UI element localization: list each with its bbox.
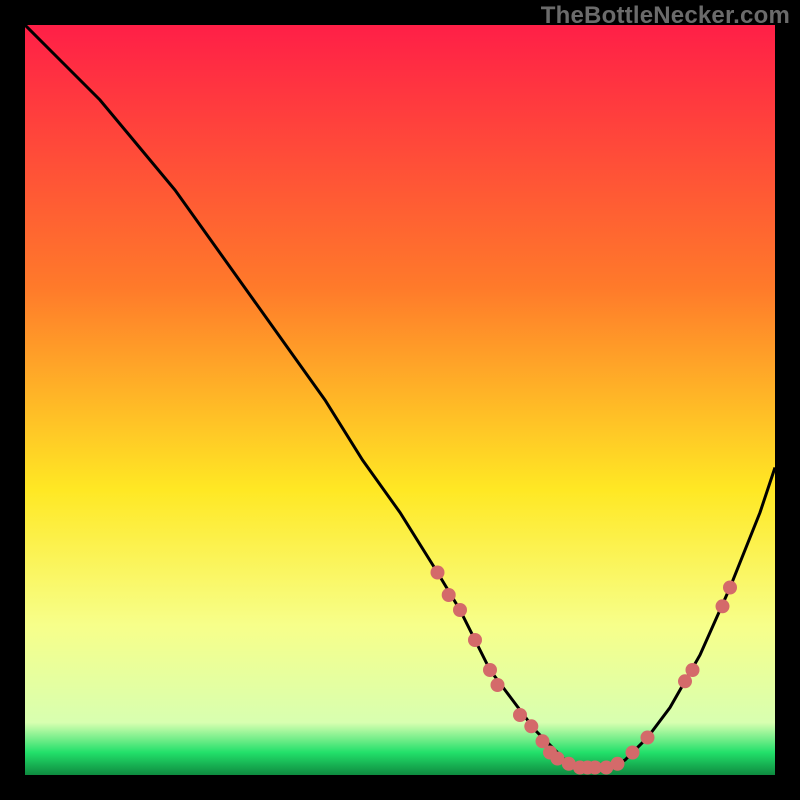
data-marker [483,663,497,677]
chart-svg [25,25,775,775]
data-marker [716,599,730,613]
data-marker [524,719,538,733]
data-marker [513,708,527,722]
data-marker [723,581,737,595]
data-marker [491,678,505,692]
data-marker [686,663,700,677]
data-marker [442,588,456,602]
data-marker [453,603,467,617]
data-marker [641,731,655,745]
data-marker [626,746,640,760]
data-marker [611,757,625,771]
data-marker [468,633,482,647]
gradient-background [25,25,775,775]
data-marker [431,566,445,580]
watermark-text: TheBottleNecker.com [541,2,790,30]
bottleneck-chart [25,25,775,775]
